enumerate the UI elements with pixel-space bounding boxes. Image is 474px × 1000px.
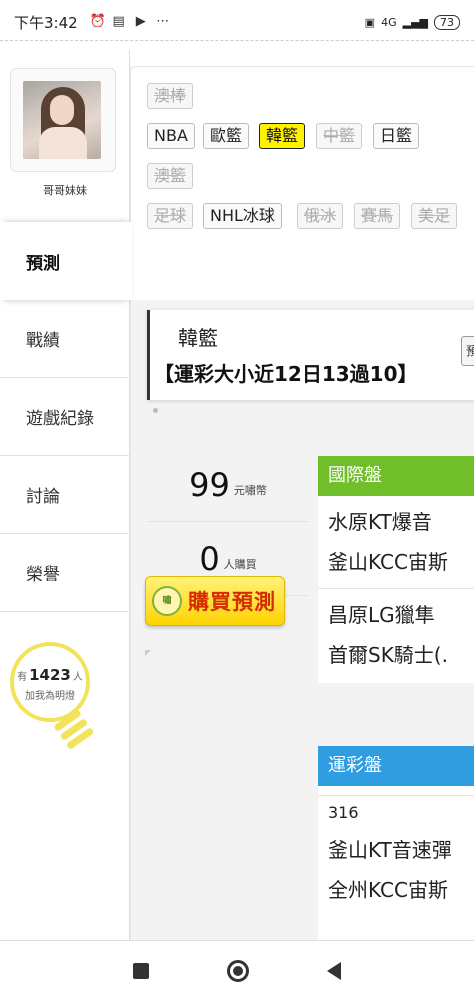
filter-tag[interactable]: 澳棒	[147, 83, 194, 109]
coin-icon: 嘯	[152, 586, 182, 616]
battery-icon: 73	[434, 14, 460, 30]
recent-apps-icon[interactable]	[133, 962, 149, 979]
prediction-headline: 【運彩大小近12日13過10】	[154, 362, 418, 386]
sidebar-item-record[interactable]: 戰績	[0, 300, 130, 378]
game-away-team: 釜山KCC宙斯	[328, 550, 448, 574]
international-header: 國際盤	[318, 456, 474, 496]
lottery-header: 運彩盤	[318, 746, 474, 786]
side-button[interactable]: 預	[461, 336, 474, 366]
system-nav-bar	[0, 940, 474, 1000]
bulb-suffix: 人	[72, 672, 83, 683]
buy-prediction-label: 購買預測	[188, 590, 276, 614]
buyers-unit: 人購買	[223, 557, 257, 571]
status-time: 下午3:42	[14, 13, 78, 32]
filter-tag[interactable]: 歐籃	[203, 123, 250, 149]
filter-tag[interactable]: 美足	[411, 203, 458, 229]
youtube-icon: ▶	[135, 14, 146, 29]
lottery-home-team: 釜山KT音速彈	[328, 838, 452, 862]
game-away-team: 首爾SK騎士(.	[328, 643, 448, 667]
sidebar-item-game-history[interactable]: 遊戲紀錄	[0, 378, 130, 456]
prediction-title-card: 韓籃 【運彩大小近12日13過10】 預	[147, 310, 474, 400]
sidebar-item-honors[interactable]: 榮譽	[0, 534, 130, 612]
lottery-away-team: 全州KCC宙斯	[328, 878, 448, 902]
avatar[interactable]	[23, 81, 101, 159]
indicator-dot	[153, 408, 158, 413]
filter-tag[interactable]: NHL冰球	[203, 203, 282, 229]
sidebar-item-discussion[interactable]: 討論	[0, 456, 130, 534]
network-label: 4G	[381, 15, 397, 29]
filter-tag[interactable]: 足球	[147, 203, 194, 229]
more-icon: ⋯	[156, 14, 170, 29]
notification-icon: ▤	[112, 14, 125, 29]
filter-tag[interactable]: 俄冰	[297, 203, 344, 229]
alarm-icon: ⏰	[89, 14, 106, 29]
price-unit: 元嘯幣	[233, 483, 267, 497]
ribbon-fold	[145, 650, 151, 656]
price-value: 99	[189, 465, 230, 504]
filter-tag[interactable]: NBA	[147, 123, 195, 149]
profile-name: 哥哥妹妹	[43, 184, 87, 197]
lottery-odds-panel: 運彩盤 316 釜山KT音速彈 全州KCC宙斯	[318, 746, 474, 940]
filter-tag-selected[interactable]: 韓籃	[259, 123, 306, 149]
filter-tag[interactable]: 賽馬	[354, 203, 401, 229]
league-title: 韓籃	[178, 326, 218, 350]
international-odds-panel: 國際盤 水原KT爆音 釜山KCC宙斯 昌原LG獵隼 首爾SK騎士(.	[318, 456, 474, 683]
filter-tag[interactable]: 中籃	[316, 123, 363, 149]
sidebar-item-predict[interactable]: 預測	[0, 222, 132, 300]
volte-icon: ▣	[364, 15, 376, 29]
filter-tag[interactable]: 日籃	[373, 123, 420, 149]
back-icon[interactable]	[327, 961, 341, 980]
sidebar: 哥哥妹妹 預測 戰績 遊戲紀錄 討論 榮譽 有 1423 人 加我為明燈	[0, 50, 132, 940]
status-bar: 下午3:42 ⏰ ▤ ▶ ⋯ ▣ 4G ▂▄▆ 73	[0, 0, 474, 44]
bulb-prefix: 有	[17, 672, 28, 683]
home-icon[interactable]	[227, 959, 249, 982]
game-code: 316	[328, 803, 359, 822]
price-stat: 99 元嘯幣	[147, 448, 309, 522]
buyers-value: 0	[199, 539, 220, 578]
filter-tag[interactable]: 澳籃	[147, 163, 194, 189]
stats-column: 99 元嘯幣 0 人購買	[147, 448, 309, 596]
game-home-team: 昌原LG獵隼	[328, 603, 435, 627]
signal-icon: ▂▄▆	[402, 15, 428, 29]
main-content: 澳棒 NBA 歐籃 韓籃 中籃 日籃 澳籃 足球 NHL冰球 俄冰 賽馬 美足 …	[130, 66, 474, 940]
bulb-count: 1423	[29, 666, 71, 684]
buy-prediction-button[interactable]: 嘯 購買預測	[145, 576, 285, 626]
league-filter-card: 澳棒 NBA 歐籃 韓籃 中籃 日籃 澳籃 足球 NHL冰球 俄冰 賽馬 美足	[131, 66, 474, 300]
profile-card[interactable]	[10, 68, 116, 172]
divider	[0, 40, 474, 41]
game-home-team: 水原KT爆音	[328, 510, 432, 534]
bulb-caption: 加我為明燈	[25, 691, 75, 702]
